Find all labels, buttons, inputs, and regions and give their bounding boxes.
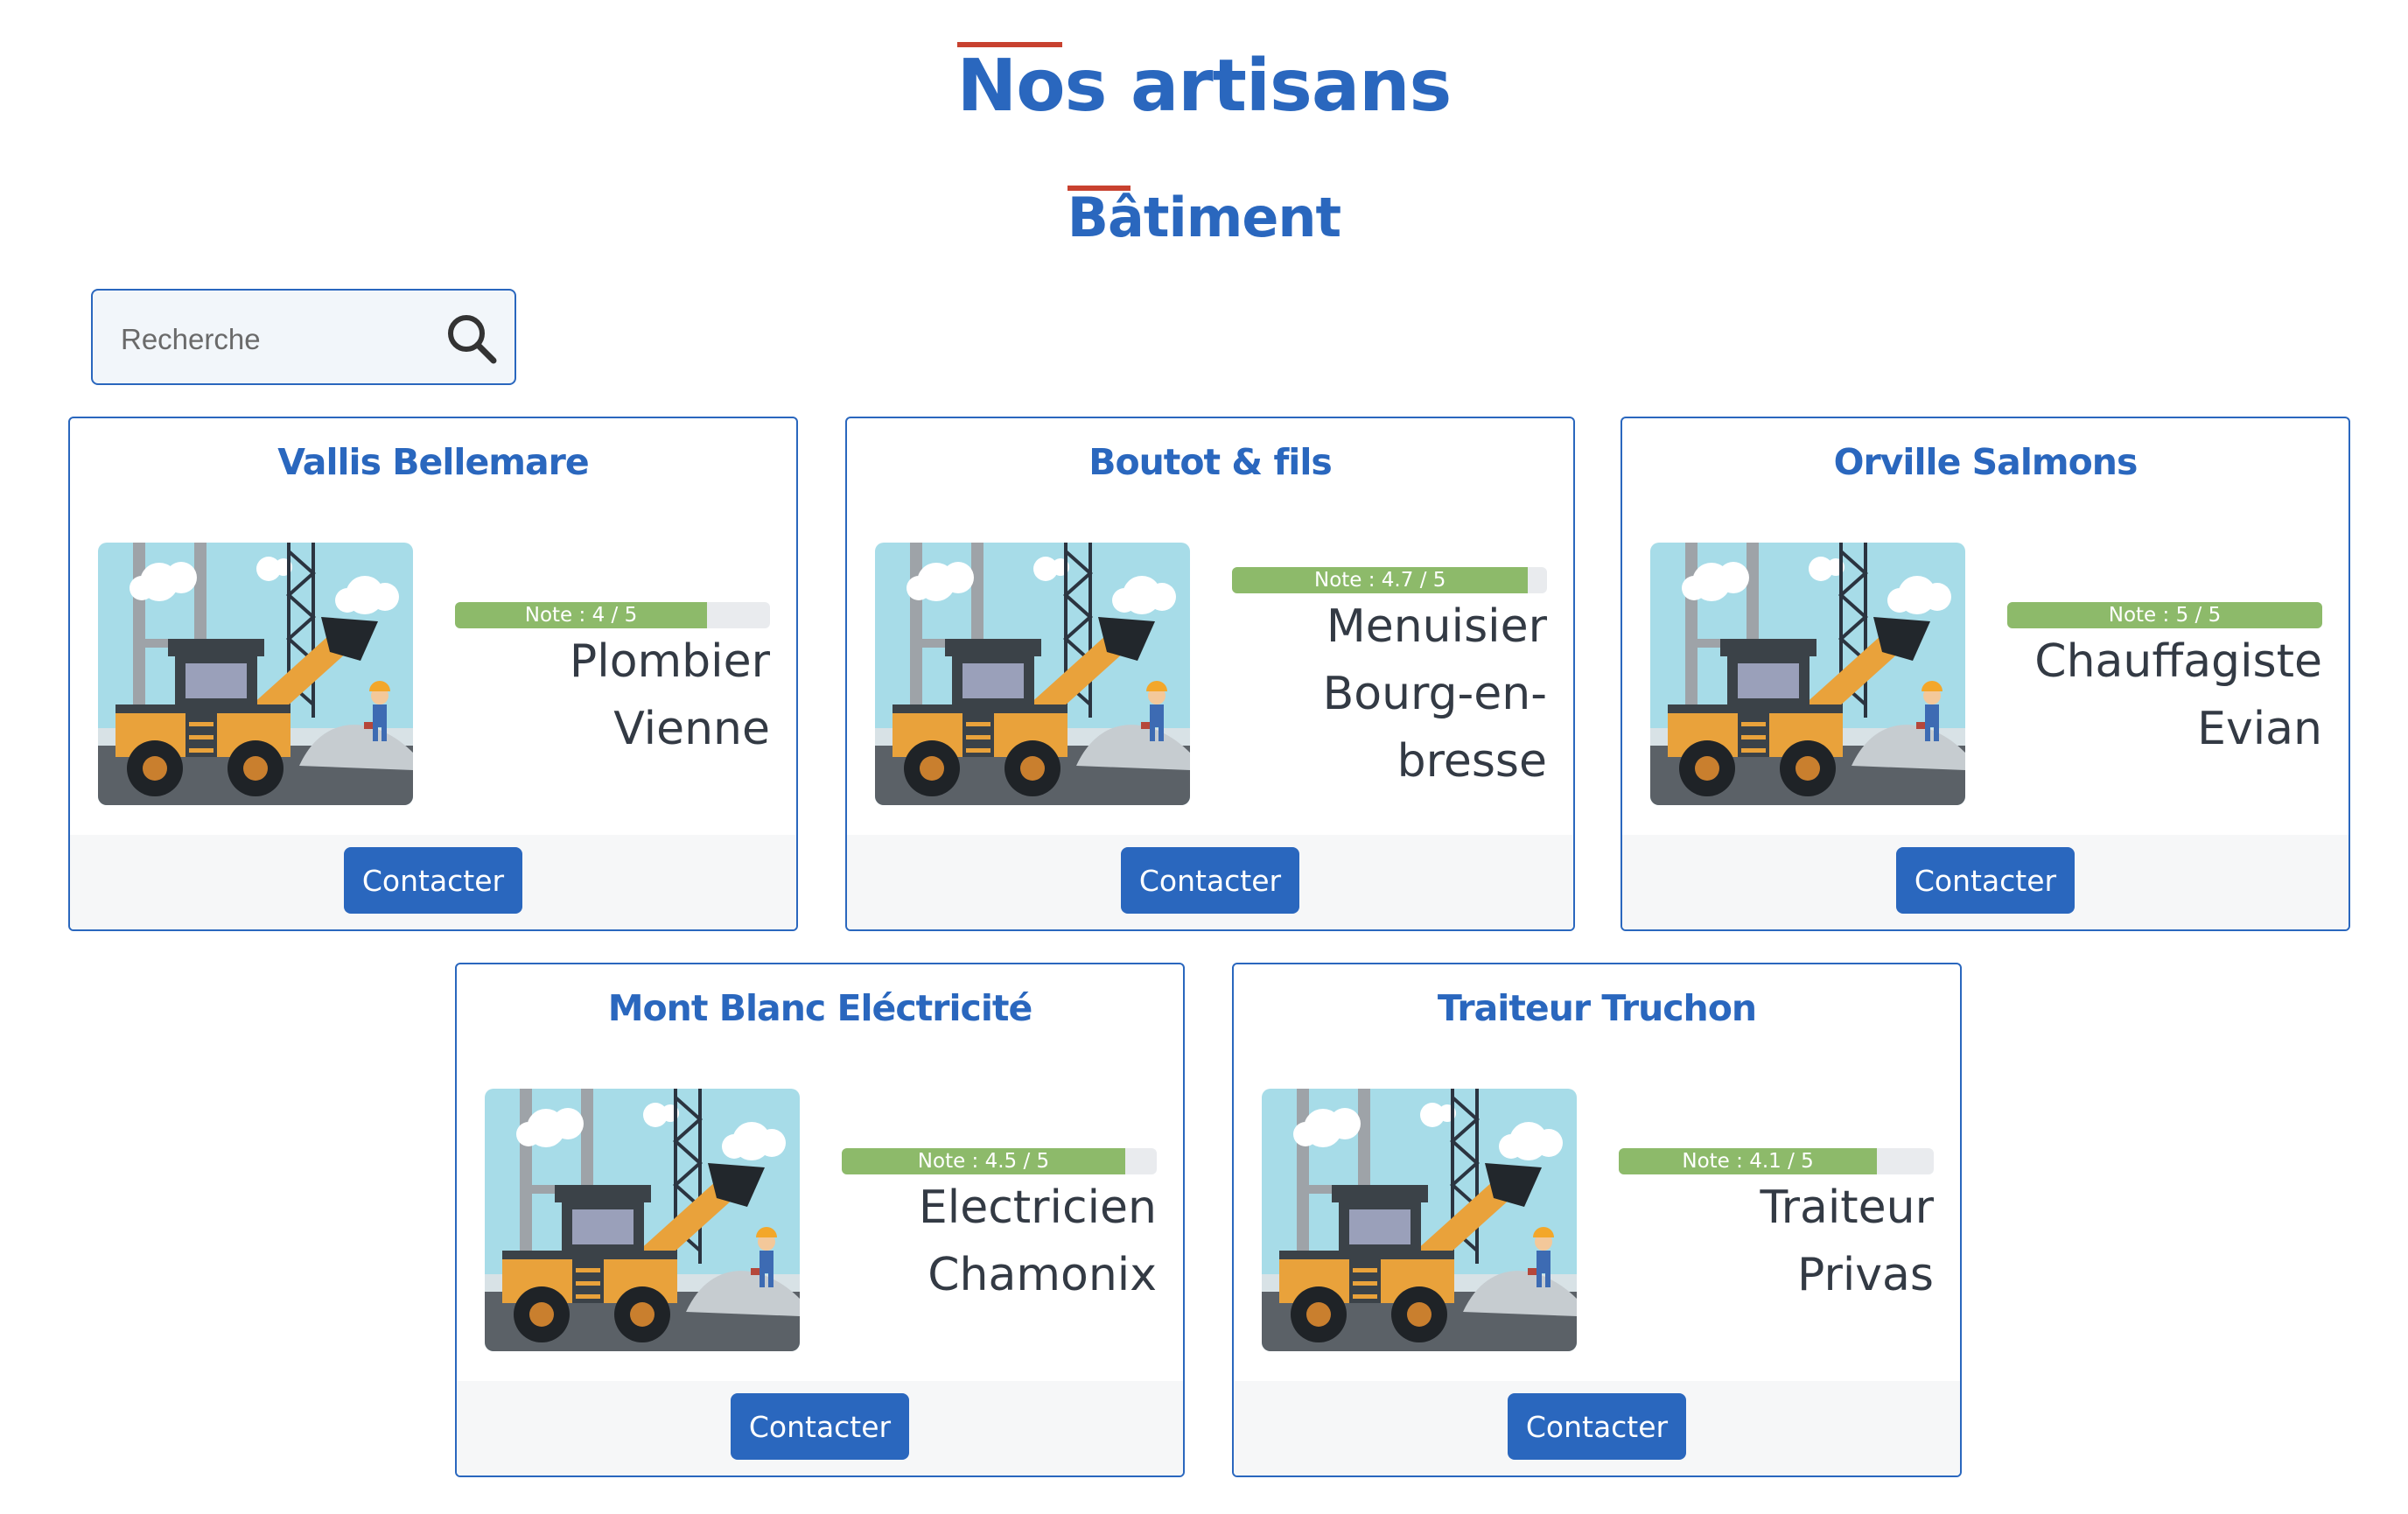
- rating-bar: Note : 5 / 5: [2007, 602, 2322, 628]
- contact-button[interactable]: Contacter: [1508, 1393, 1686, 1460]
- artisan-trade: Traiteur: [1760, 1181, 1934, 1234]
- section-header: Bâtiment: [0, 180, 2408, 256]
- artisan-details: Chauffagiste Evian: [2007, 628, 2322, 763]
- page-title: Nos artisans: [956, 39, 1452, 135]
- artisan-details: Menuisier Bourg-en-bresse: [1232, 593, 1547, 796]
- page-header: Nos artisans: [0, 39, 2408, 135]
- section-title-text: Bâtiment: [1067, 186, 1341, 249]
- rating-label: Note : 4.7 / 5: [1313, 569, 1446, 592]
- rating-label: Note : 4.5 / 5: [917, 1150, 1050, 1173]
- artisan-card-1: Vallis Bellemare Note: 4 / 5 Plombier V…: [68, 417, 798, 931]
- contact-button[interactable]: Contacter: [344, 847, 522, 914]
- artisan-trade: Electricien: [918, 1181, 1157, 1234]
- artisan-name: Vallis Bellemare: [277, 441, 589, 483]
- artisan-name: Mont Blanc Eléctricité: [607, 987, 1033, 1029]
- artisan-location: Evian: [2197, 703, 2322, 755]
- card-footer: Contacter: [70, 835, 796, 929]
- artisan-details: Traiteur Privas: [1619, 1174, 1934, 1309]
- rating-bar-fill: Note : 4 / 5: [455, 602, 707, 628]
- artisan-card-3: Orville Salmons Note: 5 / 5 Chauffagist…: [1620, 417, 2350, 931]
- rating-bar: Note : 4 / 5: [455, 602, 770, 628]
- artisan-image: [98, 543, 413, 805]
- artisan-image: [875, 543, 1190, 805]
- section-title: Bâtiment: [1067, 180, 1341, 256]
- artisan-details: Electricien Chamonix: [842, 1174, 1157, 1309]
- artisan-name: Orville Salmons: [1833, 441, 2138, 483]
- artisan-image: [485, 1089, 800, 1351]
- rating-bar-fill: Note : 5 / 5: [2007, 602, 2322, 628]
- artisan-location: Chamonix: [928, 1249, 1157, 1301]
- artisan-location: Privas: [1797, 1249, 1934, 1301]
- artisan-location: Bourg-en-: [1322, 668, 1547, 720]
- artisan-image: [1262, 1089, 1577, 1351]
- title-underline-accent: [956, 42, 1062, 47]
- rating-bar-fill: Note : 4.7 / 5: [1232, 567, 1529, 593]
- artisan-location: Vienne: [613, 703, 770, 755]
- search-input[interactable]: [119, 317, 420, 362]
- rating-label: Note : 4.1 / 5: [1682, 1150, 1814, 1173]
- rating-bar-fill: Note : 4.5 / 5: [842, 1148, 1125, 1174]
- rating-bar: Note : 4.5 / 5: [842, 1148, 1157, 1174]
- artisan-trade: Menuisier: [1326, 600, 1547, 653]
- artisan-card-5: Traiteur Truchon Note: 4.1 / 5 Traiteur…: [1232, 963, 1962, 1477]
- artisan-trade: Plombier: [569, 635, 770, 688]
- artisan-name: Traiteur Truchon: [1437, 987, 1757, 1029]
- artisan-location: bresse: [1396, 735, 1547, 788]
- rating-bar-fill: Note : 4.1 / 5: [1619, 1148, 1878, 1174]
- rating-label: Note : 4 / 5: [524, 604, 638, 627]
- rating-bar: Note : 4.1 / 5: [1619, 1148, 1934, 1174]
- artisan-trade: Chauffagiste: [2034, 635, 2322, 688]
- artisan-image: [1650, 543, 1965, 805]
- contact-button[interactable]: Contacter: [731, 1393, 909, 1460]
- contact-button[interactable]: Contacter: [1121, 847, 1299, 914]
- section-underline-accent: [1067, 186, 1130, 191]
- search-box: [91, 289, 516, 385]
- card-footer: Contacter: [1622, 835, 2348, 929]
- card-footer: Contacter: [457, 1381, 1183, 1475]
- search-icon[interactable]: [443, 310, 500, 368]
- artisan-details: Plombier Vienne: [455, 628, 770, 763]
- rating-bar: Note : 4.7 / 5: [1232, 567, 1547, 593]
- card-footer: Contacter: [1234, 1381, 1960, 1475]
- page-title-text: Nos artisans: [956, 45, 1452, 128]
- contact-button[interactable]: Contacter: [1896, 847, 2075, 914]
- card-footer: Contacter: [847, 835, 1573, 929]
- rating-label: Note : 5 / 5: [2108, 604, 2222, 627]
- artisan-card-4: Mont Blanc Eléctricité Note: 4.5 / 5 El…: [455, 963, 1185, 1477]
- artisan-name: Boutot & fils: [1088, 441, 1333, 483]
- artisan-card-2: Boutot & fils Note: 4.7 / 5 Menuisier B…: [845, 417, 1575, 931]
